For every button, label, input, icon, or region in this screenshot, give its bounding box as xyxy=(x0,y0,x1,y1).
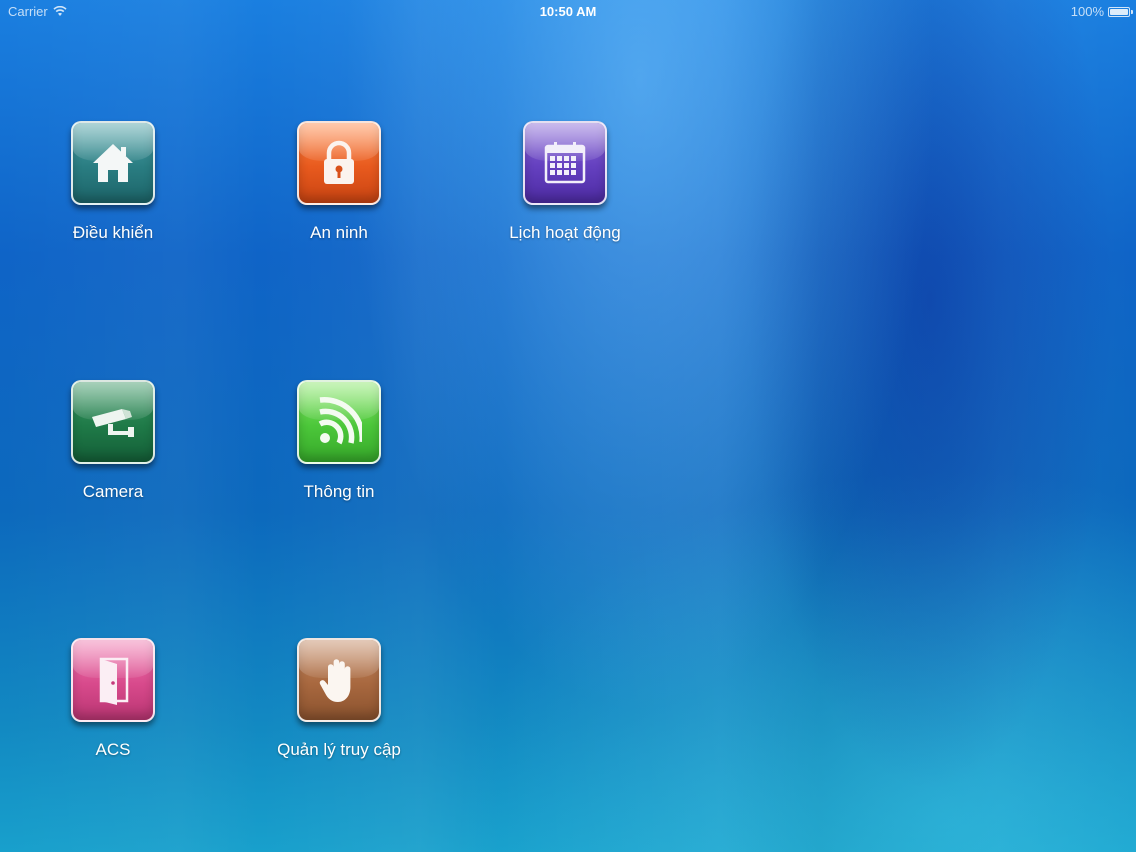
hand-stop-icon xyxy=(319,659,351,702)
app-label-acs: ACS xyxy=(95,740,131,759)
app-icon-thong-tin[interactable] xyxy=(297,380,381,464)
security-camera-icon xyxy=(92,409,134,437)
app-icon-lich-hoat-dong[interactable] xyxy=(523,121,607,205)
app-label-an-ninh: An ninh xyxy=(310,223,368,242)
app-tile-thong-tin[interactable]: Thông tin xyxy=(239,380,439,520)
lock-icon xyxy=(324,140,354,184)
battery-icon xyxy=(1108,6,1133,17)
app-tile-an-ninh[interactable]: An ninh xyxy=(239,121,439,261)
app-tile-acs[interactable]: ACS xyxy=(13,638,213,778)
app-label-dieu-khien: Điều khiển xyxy=(72,223,154,242)
app-label-quan-ly-truy-cap: Quản lý truy cập xyxy=(277,740,401,759)
home-icon xyxy=(93,144,133,182)
app-tile-camera[interactable]: Camera xyxy=(13,380,213,520)
app-icon-acs[interactable] xyxy=(71,638,155,722)
status-bar: Carrier 10:50 AM 100% xyxy=(0,0,1136,24)
door-icon xyxy=(99,657,129,705)
app-icon-an-ninh[interactable] xyxy=(297,121,381,205)
app-tile-dieu-khien[interactable]: Điều khiển xyxy=(13,121,213,261)
app-tile-lich-hoat-dong[interactable]: Lịch hoạt động xyxy=(465,121,665,261)
calendar-icon xyxy=(544,142,586,184)
battery-percent: 100% xyxy=(1070,4,1104,19)
battery-fill xyxy=(1110,8,1128,15)
rss-feed-icon xyxy=(318,397,362,445)
app-label-camera: Camera xyxy=(82,482,144,501)
app-label-lich-hoat-dong: Lịch hoạt động xyxy=(509,223,621,242)
app-icon-dieu-khien[interactable] xyxy=(71,121,155,205)
app-tile-quan-ly-truy-cap[interactable]: Quản lý truy cập xyxy=(239,638,439,778)
app-icon-camera[interactable] xyxy=(71,380,155,464)
app-label-thong-tin: Thông tin xyxy=(303,482,375,501)
battery-indicator: 100% xyxy=(1070,4,1133,19)
app-icon-quan-ly-truy-cap[interactable] xyxy=(297,638,381,722)
status-time: 10:50 AM xyxy=(539,4,597,19)
